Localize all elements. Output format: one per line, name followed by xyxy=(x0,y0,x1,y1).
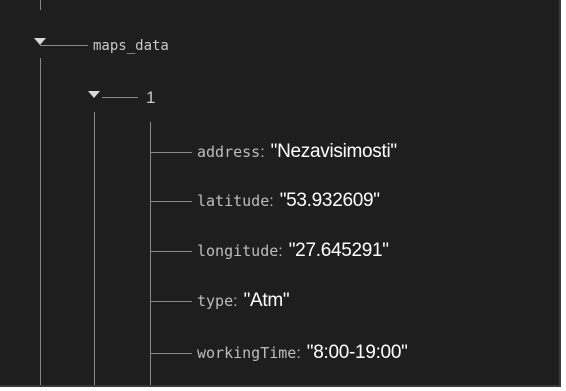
field-separator: : xyxy=(278,243,283,260)
database-tree-panel: maps_data 1 address: "Nezavisimosti" lati… xyxy=(0,0,561,387)
tree-branch-longitude xyxy=(150,251,192,252)
field-key: longitude xyxy=(197,242,279,260)
field-separator: : xyxy=(296,345,301,362)
tree-branch-maps-data xyxy=(40,45,88,46)
tree-branch-latitude xyxy=(150,201,192,202)
tree-guide-item-1-children xyxy=(150,122,151,385)
field-workingtime[interactable]: workingTime: "8:00-19:00" xyxy=(197,341,408,366)
field-value: "27.645291" xyxy=(288,240,389,261)
field-value: "Nezavisimosti" xyxy=(270,141,397,162)
field-key: workingTime xyxy=(197,344,297,362)
tree-branch-workingtime xyxy=(150,353,192,354)
tree-guide-root-children xyxy=(40,58,41,385)
node-key-1[interactable]: 1 xyxy=(146,88,155,108)
tree-branch-item-1 xyxy=(102,97,138,98)
tree-guide-root xyxy=(40,0,41,10)
expand-arrow-icon[interactable] xyxy=(88,91,100,98)
field-type[interactable]: type: "Atm" xyxy=(197,289,290,314)
field-key: address xyxy=(197,143,261,161)
field-longitude[interactable]: longitude: "27.645291" xyxy=(197,239,389,264)
tree-branch-address xyxy=(150,152,192,153)
node-key-maps-data[interactable]: maps_data xyxy=(93,36,169,56)
field-separator: : xyxy=(260,144,265,161)
tree-branch-type xyxy=(150,301,192,302)
field-value: "8:00-19:00" xyxy=(306,342,408,363)
field-latitude[interactable]: latitude: "53.932609" xyxy=(197,189,380,214)
field-address[interactable]: address: "Nezavisimosti" xyxy=(197,140,397,165)
tree-guide-maps-data-children xyxy=(94,112,95,385)
field-key: type xyxy=(197,292,234,310)
field-value: "Atm" xyxy=(243,290,290,311)
expand-arrow-icon[interactable] xyxy=(34,38,46,45)
field-key: latitude xyxy=(197,192,270,210)
field-separator: : xyxy=(269,193,274,210)
field-separator: : xyxy=(233,293,238,310)
field-value: "53.932609" xyxy=(279,190,380,211)
